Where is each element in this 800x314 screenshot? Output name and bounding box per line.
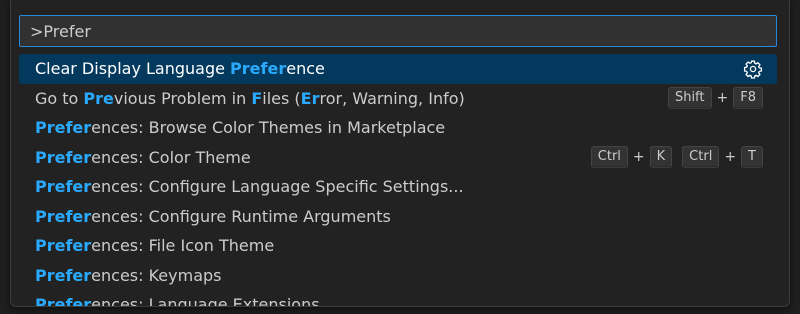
- command-label: Go to Previous Problem in Files (Error, …: [35, 89, 465, 108]
- keycap: F8: [733, 87, 763, 110]
- command-label: Preferences: Configure Runtime Arguments: [35, 207, 391, 226]
- match-highlight: Prefer: [35, 147, 92, 167]
- keycap: K: [649, 146, 673, 169]
- label-text: ences: Language Extensions: [91, 295, 320, 307]
- key-plus-separator: +: [716, 90, 729, 107]
- command-item[interactable]: Preferences: Color Theme Ctrl + K Ctrl + T: [19, 143, 777, 173]
- command-input-box[interactable]: [19, 15, 777, 47]
- match-highlight: Prefer: [35, 177, 92, 197]
- match-highlight: Prefer: [35, 206, 92, 226]
- match-highlight: Prefer: [35, 295, 92, 307]
- command-item[interactable]: Preferences: Keymaps: [19, 261, 777, 291]
- label-text: ences: File Icon Theme: [91, 236, 275, 256]
- command-item[interactable]: Go to Previous Problem in Files (Error, …: [19, 84, 777, 114]
- keycap: T: [741, 146, 763, 169]
- label-text: Go to: [35, 88, 84, 108]
- label-text: iles (: [262, 88, 301, 108]
- command-item[interactable]: Preferences: File Icon Theme: [19, 231, 777, 261]
- command-label: Preferences: Browse Color Themes in Mark…: [35, 118, 445, 137]
- command-label: Preferences: Configure Language Specific…: [35, 177, 464, 196]
- key-plus-separator: +: [724, 149, 737, 166]
- label-text: ences: Configure Language Specific Setti…: [91, 177, 464, 197]
- label-text: ences: Color Theme: [91, 147, 251, 167]
- command-list: Clear Display Language Preference Go to P…: [19, 54, 777, 307]
- command-palette: Clear Display Language PreferenceGo to P…: [10, 0, 790, 307]
- label-text: ror, Warning, Info): [319, 88, 465, 108]
- key-plus-separator: +: [632, 149, 645, 166]
- command-label: Preferences: Keymaps: [35, 266, 222, 285]
- command-label: Preferences: Language Extensions: [35, 295, 320, 307]
- command-label: Preferences: Color Theme: [35, 148, 251, 167]
- label-text: ences: Configure Runtime Arguments: [91, 206, 391, 226]
- gear-icon[interactable]: [743, 59, 763, 79]
- match-highlight: Prefer: [35, 236, 92, 256]
- keycap: Shift: [667, 87, 712, 110]
- command-item[interactable]: Clear Display Language Preference: [19, 54, 777, 84]
- label-text: vious Problem in: [113, 88, 252, 108]
- match-highlight: Prefer: [35, 265, 92, 285]
- match-highlight: Prefer: [230, 59, 287, 79]
- command-item[interactable]: Preferences: Language Extensions: [19, 290, 777, 307]
- label-text: Clear Display Language: [35, 59, 231, 79]
- label-text: ence: [286, 59, 325, 79]
- command-item[interactable]: Preferences: Browse Color Themes in Mark…: [19, 113, 777, 143]
- keycap: Ctrl: [590, 146, 628, 169]
- command-input[interactable]: [20, 16, 776, 46]
- match-highlight: F: [251, 88, 263, 108]
- label-text: ences: Browse Color Themes in Marketplac…: [91, 118, 446, 138]
- match-highlight: Pre: [83, 88, 114, 108]
- keycap: Ctrl: [682, 146, 720, 169]
- command-label: Preferences: File Icon Theme: [35, 236, 274, 255]
- command-item[interactable]: Preferences: Configure Runtime Arguments: [19, 202, 777, 232]
- command-label: Clear Display Language Preference: [35, 59, 325, 78]
- match-highlight: Er: [300, 88, 320, 108]
- match-highlight: Prefer: [35, 118, 92, 138]
- command-item[interactable]: Preferences: Configure Language Specific…: [19, 172, 777, 202]
- item-actions: [743, 54, 763, 84]
- label-text: ences: Keymaps: [91, 265, 222, 285]
- keybinding: Shift + F8: [667, 84, 763, 114]
- keybinding: Ctrl + K Ctrl + T: [590, 143, 763, 173]
